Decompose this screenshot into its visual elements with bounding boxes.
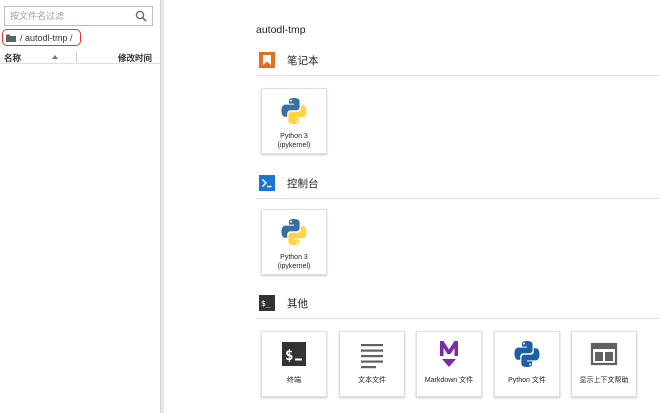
- markdown-icon: [440, 341, 458, 367]
- context-help-card[interactable]: 显示上下文帮助: [571, 331, 637, 397]
- notebook-icon: [259, 52, 275, 68]
- context-help-icon: [590, 342, 618, 366]
- card-label: Python 文件: [508, 377, 546, 384]
- section-divider: [256, 318, 660, 319]
- python-logo-icon: [281, 219, 307, 245]
- svg-text:$_: $_: [261, 299, 271, 308]
- python-logo-icon: [281, 98, 307, 124]
- sort-ascending-icon[interactable]: [52, 55, 58, 59]
- card-label: 终端: [287, 377, 301, 384]
- file-filter-input[interactable]: [5, 7, 131, 25]
- search-icon[interactable]: [135, 10, 147, 22]
- column-modified-header[interactable]: 修改时间: [118, 52, 152, 64]
- column-divider[interactable]: [76, 52, 77, 62]
- card-label: Markdown 文件: [424, 377, 474, 384]
- section-divider: [256, 75, 660, 76]
- section-other-header: $_ 其他: [259, 293, 308, 313]
- notebook-python3-card[interactable]: Python 3 (ipykernel): [261, 88, 327, 154]
- terminal-icon: $: [282, 342, 306, 366]
- column-name-header[interactable]: 名称: [4, 52, 21, 64]
- card-label: Python 3 (ipykernel): [262, 253, 326, 271]
- other-icon: $_: [259, 295, 275, 311]
- markdown-file-card[interactable]: Markdown 文件: [416, 331, 482, 397]
- section-divider: [256, 198, 660, 199]
- python-file-card[interactable]: Python 文件: [494, 331, 560, 397]
- card-label-line2: (ipykernel): [277, 263, 311, 270]
- section-console-title: 控制台: [287, 177, 319, 190]
- console-icon: [259, 175, 275, 191]
- card-label-line2: (ipykernel): [277, 142, 311, 149]
- file-filter-box[interactable]: [4, 6, 153, 26]
- card-label: Python 3 (ipykernel): [262, 132, 326, 150]
- svg-text:$: $: [285, 348, 293, 364]
- file-list-header: 名称 修改时间: [0, 50, 160, 64]
- terminal-card[interactable]: $ 终端: [261, 331, 327, 397]
- breadcrumb-path[interactable]: / autodl-tmp /: [20, 33, 73, 43]
- python-file-icon: [514, 341, 540, 367]
- card-label-line1: Python 3: [280, 254, 308, 261]
- text-file-icon: [361, 344, 383, 369]
- section-console-header: 控制台: [259, 173, 319, 193]
- card-label: 文本文件: [358, 377, 386, 384]
- card-label: 显示上下文帮助: [579, 377, 629, 384]
- text-file-card[interactable]: 文本文件: [339, 331, 405, 397]
- launcher: autodl-tmp 笔记本 Python 3 (ipykernel) 控制台: [164, 0, 660, 413]
- section-notebook-title: 笔记本: [287, 54, 319, 67]
- file-browser-panel: / autodl-tmp / 名称 修改时间: [0, 0, 160, 413]
- launcher-cwd-title: autodl-tmp: [256, 24, 306, 36]
- section-notebook-header: 笔记本: [259, 50, 319, 70]
- breadcrumb[interactable]: / autodl-tmp /: [2, 29, 81, 46]
- card-label-line1: Python 3: [280, 133, 308, 140]
- folder-icon[interactable]: [6, 34, 16, 42]
- section-other-title: 其他: [287, 297, 308, 310]
- console-python3-card[interactable]: Python 3 (ipykernel): [261, 209, 327, 275]
